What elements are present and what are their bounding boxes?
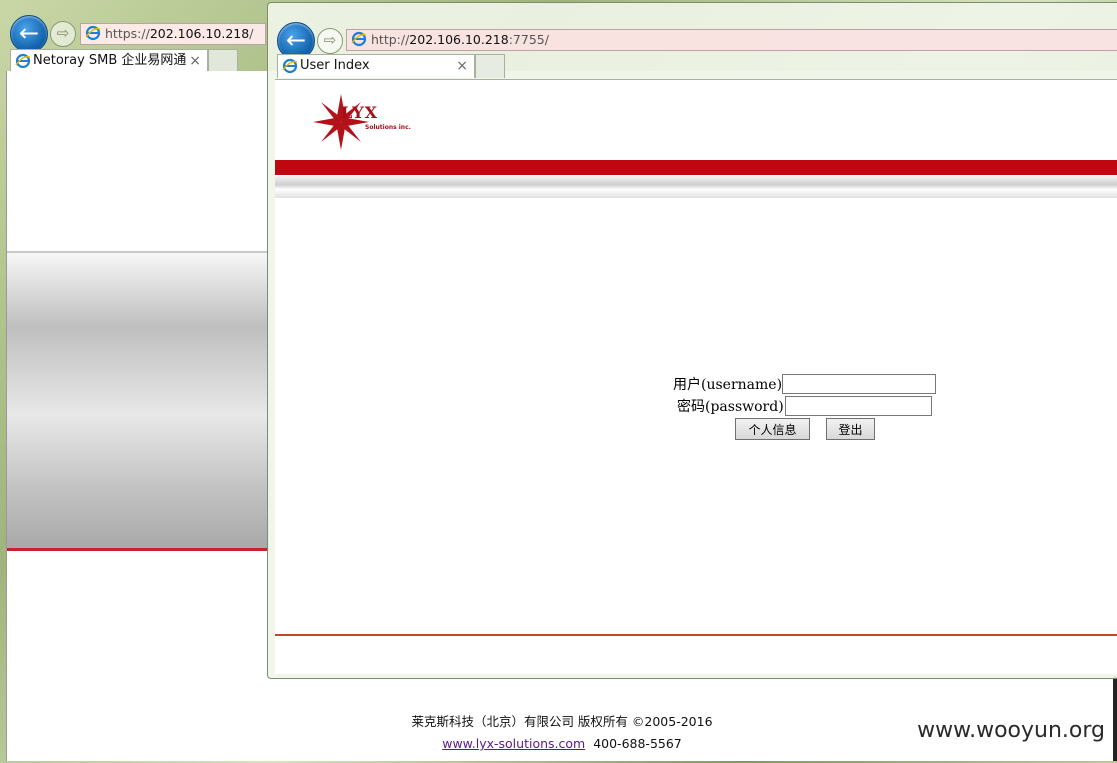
gray-banner bbox=[7, 251, 269, 551]
lyx-logo bbox=[313, 94, 369, 150]
logo-subtext: Solutions inc. bbox=[365, 124, 411, 131]
ie-icon bbox=[15, 53, 31, 69]
username-label: 用户(username) bbox=[673, 377, 783, 393]
address-path: :7755/ bbox=[508, 32, 549, 47]
window-edge bbox=[1113, 676, 1117, 761]
username-row: 用户(username) bbox=[673, 374, 936, 394]
back-address-bar[interactable]: https://202.106.10.218/ bbox=[80, 23, 266, 45]
tab-title: Netoray SMB 企业易网通 bbox=[33, 53, 187, 68]
front-browser-window: ← ⇨ http://202.106.10.218:7755/ User Ind… bbox=[267, 2, 1117, 679]
new-tab-button[interactable] bbox=[475, 54, 505, 78]
user-index-page: LYX Solutions inc. 用户(username) 密码(passw… bbox=[275, 79, 1117, 674]
close-icon[interactable]: × bbox=[456, 55, 468, 77]
tab-title: User Index bbox=[300, 58, 370, 73]
footer-website-link[interactable]: www.lyx-solutions.com bbox=[442, 736, 585, 751]
footer-phone: 400-688-5567 bbox=[593, 736, 682, 751]
ie-icon bbox=[282, 58, 298, 74]
address-host: 202.106.10.218 bbox=[409, 32, 509, 47]
address-scheme: http:// bbox=[371, 32, 410, 47]
ie-icon bbox=[85, 25, 101, 41]
forward-arrow-icon[interactable]: ⇨ bbox=[50, 21, 76, 47]
password-label: 密码(password) bbox=[677, 399, 784, 415]
tab-netoray[interactable]: Netoray SMB 企业易网通 × bbox=[10, 49, 208, 73]
ie-icon bbox=[351, 31, 367, 47]
logo-text: LYX bbox=[341, 103, 379, 122]
logout-button[interactable]: 登出 bbox=[826, 418, 875, 440]
gray-header-band bbox=[275, 176, 1117, 198]
tab-user-index[interactable]: User Index × bbox=[277, 54, 475, 78]
password-input[interactable] bbox=[785, 396, 932, 416]
username-input[interactable] bbox=[782, 374, 936, 394]
front-address-bar[interactable]: http://202.106.10.218:7755/ bbox=[346, 29, 1117, 51]
address-path: / bbox=[249, 26, 254, 41]
watermark: www.wooyun.org bbox=[915, 718, 1107, 743]
new-tab-button[interactable] bbox=[208, 49, 238, 73]
red-header-band bbox=[275, 160, 1117, 175]
footer-rule bbox=[275, 634, 1117, 636]
address-host: 202.106.10.218 bbox=[149, 26, 250, 41]
password-row: 密码(password) bbox=[677, 396, 932, 416]
forward-arrow-icon[interactable]: ⇨ bbox=[317, 28, 343, 54]
info-button[interactable]: 个人信息 bbox=[735, 418, 810, 440]
back-arrow-icon[interactable]: ← bbox=[10, 15, 48, 53]
close-icon[interactable]: × bbox=[189, 50, 201, 72]
address-scheme: https:// bbox=[105, 26, 150, 41]
